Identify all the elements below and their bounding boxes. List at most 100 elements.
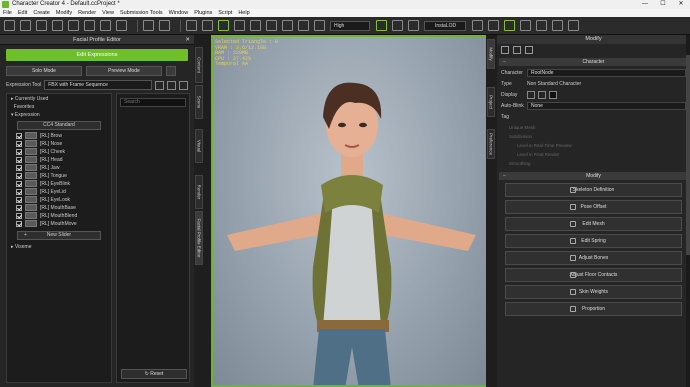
checkbox[interactable]	[16, 221, 22, 227]
smartgallery-icon[interactable]	[552, 20, 563, 31]
open-project-icon[interactable]	[20, 20, 31, 31]
skeleton-definition-button[interactable]: Skeleton Definition	[505, 183, 682, 197]
menu-plugins[interactable]: Plugins	[194, 9, 212, 17]
menu-edit[interactable]: Edit	[18, 9, 27, 17]
character-field[interactable]: RootNode	[527, 69, 686, 77]
new-project-icon[interactable]	[4, 20, 15, 31]
export-icon[interactable]	[68, 20, 79, 31]
tab-modify[interactable]: Modify	[487, 39, 495, 69]
edit-expressions-button[interactable]: Edit Expressions	[6, 49, 188, 61]
adjust-floor-contacts-button[interactable]: Adjust Floor Contacts	[505, 268, 682, 282]
scale-icon[interactable]	[266, 20, 277, 31]
display-mode-icon[interactable]	[527, 91, 535, 99]
headshot-icon[interactable]	[408, 20, 419, 31]
checkbox[interactable]	[16, 213, 22, 219]
list-item[interactable]: [RL] MouthBase	[7, 204, 111, 212]
character-icon[interactable]	[84, 20, 95, 31]
hair-icon[interactable]	[504, 20, 515, 31]
select-icon[interactable]	[218, 20, 229, 31]
display-mode-icon[interactable]	[538, 91, 546, 99]
transform-icon[interactable]	[488, 20, 499, 31]
menu-submission-tools[interactable]: Submission Tools	[120, 9, 163, 17]
skin-weights-button[interactable]: Skin Weights	[505, 285, 682, 299]
list-item[interactable]: [RL] MouthBlend	[7, 212, 111, 220]
cc4-standard-button[interactable]: CC4 Standard	[17, 121, 101, 130]
checkbox[interactable]	[16, 149, 22, 155]
search-input[interactable]: Search	[120, 98, 186, 107]
list-item[interactable]: [RL] Tongue	[7, 172, 111, 180]
modify-section-header[interactable]: Modify	[499, 172, 688, 180]
tree-viseme[interactable]: ▸ Viseme	[7, 243, 111, 251]
menu-view[interactable]: View	[102, 9, 114, 17]
expression-tool-select[interactable]: FBX with Frame Sequence	[44, 80, 152, 90]
proportion-button[interactable]: Proportion	[505, 302, 682, 316]
mode-icon[interactable]	[100, 20, 111, 31]
tab-preference[interactable]: Preference	[487, 129, 495, 159]
redo-icon[interactable]	[202, 20, 213, 31]
light-icon[interactable]	[298, 20, 309, 31]
delete-icon[interactable]	[472, 20, 483, 31]
edit-mesh-button[interactable]: Edit Mesh	[505, 217, 682, 231]
checker-icon[interactable]	[525, 46, 533, 54]
instalod-button[interactable]: InstaLOD	[424, 20, 466, 31]
checkbox[interactable]	[16, 197, 22, 203]
render-icon[interactable]	[159, 20, 170, 31]
menu-help[interactable]: Help	[238, 9, 249, 17]
camera-icon[interactable]	[143, 20, 154, 31]
tab-content[interactable]: Content	[195, 47, 203, 83]
list-item[interactable]: [RL] Brow	[7, 132, 111, 140]
tab-scene[interactable]: Scene	[195, 85, 203, 119]
menu-script[interactable]: Script	[218, 9, 232, 17]
list-item[interactable]: [RL] Head	[7, 156, 111, 164]
rotate-icon[interactable]	[250, 20, 261, 31]
save-icon[interactable]	[36, 20, 47, 31]
edit-spring-button[interactable]: Edit Spring	[505, 234, 682, 248]
solo-mode-button[interactable]: Solo Mode	[6, 66, 82, 76]
import-icon[interactable]	[155, 80, 164, 90]
import-icon[interactable]	[52, 20, 63, 31]
list-item[interactable]: [RL] EyeLid	[7, 188, 111, 196]
list-item[interactable]: [RL] EyeBlink	[7, 180, 111, 188]
3d-viewport[interactable]: Selected Triangle : 0 VRAM : 3.6/12.1GB …	[211, 35, 488, 387]
shading-icon[interactable]	[314, 20, 325, 31]
checkbox[interactable]	[16, 157, 22, 163]
checkbox[interactable]	[16, 141, 22, 147]
character-section-header[interactable]: Character	[499, 58, 688, 66]
help-icon[interactable]	[568, 20, 579, 31]
menu-render[interactable]: Render	[78, 9, 96, 17]
pose-offset-button[interactable]: Pose Offset	[505, 200, 682, 214]
bone-icon[interactable]	[392, 20, 403, 31]
skin-icon[interactable]	[520, 20, 531, 31]
snap-icon[interactable]	[282, 20, 293, 31]
list-item[interactable]: [RL] Cheek	[7, 148, 111, 156]
export-icon[interactable]	[167, 80, 176, 90]
menu-modify[interactable]: Modify	[56, 9, 72, 17]
preview-mode-button[interactable]: Preview Mode	[86, 66, 162, 76]
tree-currently-used[interactable]: ▸ Currently Used	[7, 95, 111, 103]
new-slider-button[interactable]: + New Slider	[17, 231, 101, 240]
checkbox[interactable]	[16, 189, 22, 195]
undo-icon[interactable]	[186, 20, 197, 31]
tab-render[interactable]: Render	[195, 175, 203, 209]
list-item[interactable]: [RL] Nose	[7, 140, 111, 148]
checkbox[interactable]	[16, 133, 22, 139]
panel-close-icon[interactable]: ✕	[185, 35, 190, 45]
tab-facial-profile-editor[interactable]: Facial Profile Editor	[195, 211, 203, 265]
checkbox[interactable]	[16, 205, 22, 211]
grid-icon[interactable]	[116, 20, 127, 31]
menu-file[interactable]: File	[3, 9, 12, 17]
checkbox[interactable]	[16, 173, 22, 179]
menu-create[interactable]: Create	[33, 9, 50, 17]
move-icon[interactable]	[234, 20, 245, 31]
list-item[interactable]: [RL] Jaw	[7, 164, 111, 172]
tab-project[interactable]: Project	[487, 87, 495, 117]
pose-icon[interactable]	[376, 20, 387, 31]
minimize-button[interactable]: —	[636, 0, 654, 9]
adjust-bones-button[interactable]: Adjust Bones	[505, 251, 682, 265]
checkbox[interactable]	[16, 181, 22, 187]
menu-window[interactable]: Window	[169, 9, 189, 17]
motion-icon[interactable]	[513, 46, 521, 54]
export-icon[interactable]	[166, 66, 176, 76]
close-button[interactable]: ✕	[672, 0, 690, 9]
display-mode-icon[interactable]	[549, 91, 557, 99]
